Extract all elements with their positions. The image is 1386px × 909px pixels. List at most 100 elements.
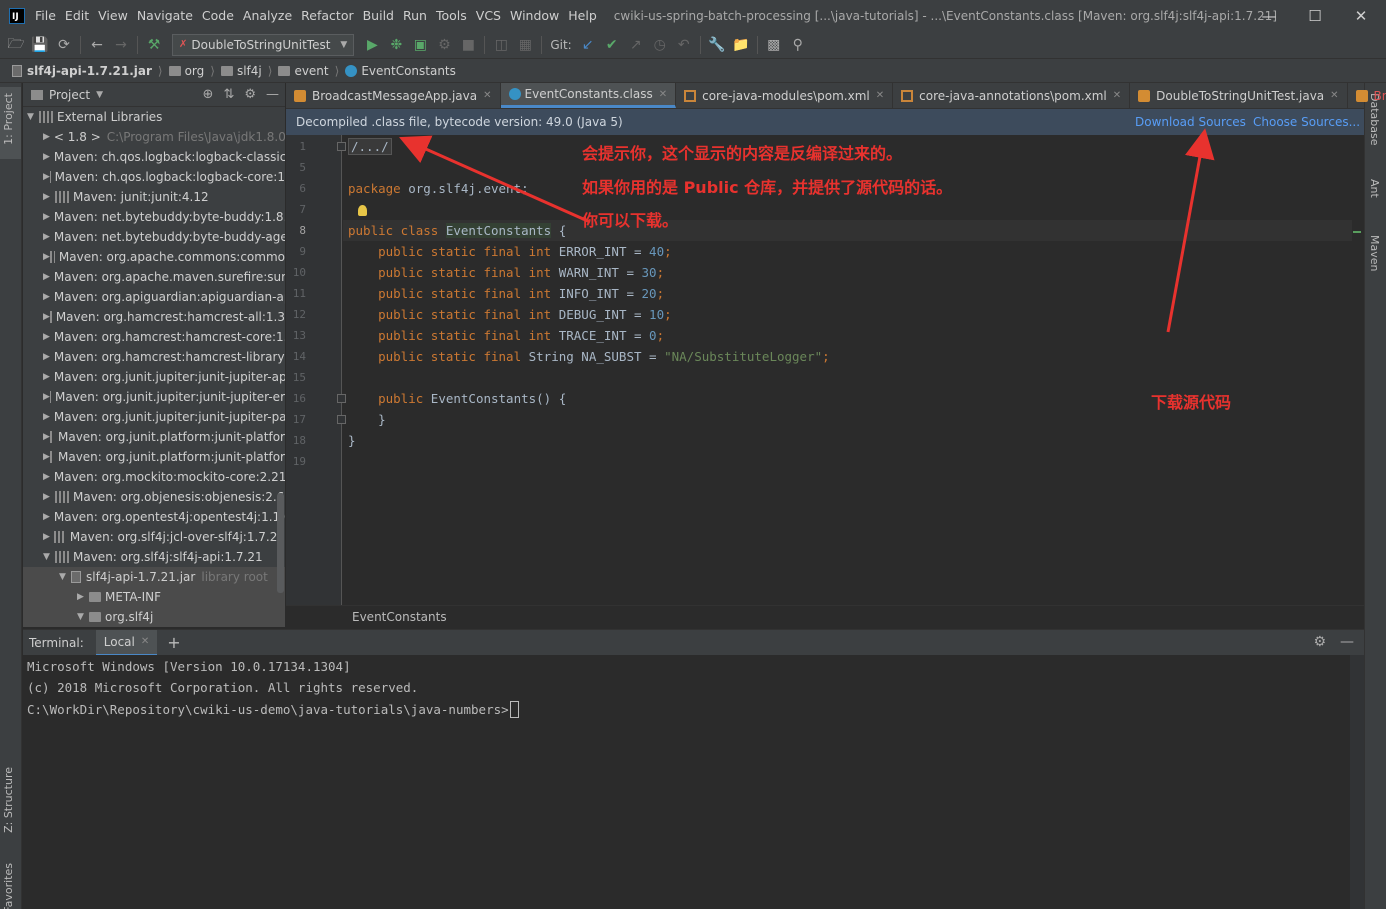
tree-item[interactable]: ▶ Maven: org.junit.platform:junit-platfor [23,447,285,467]
expand-arrow-right-icon[interactable]: ▶ [43,312,50,322]
git-push-icon[interactable]: ↗ [624,34,648,56]
expand-arrow-right-icon[interactable]: ▶ [43,372,50,382]
expand-arrow-right-icon[interactable]: ▶ [43,472,50,482]
tree-item[interactable]: ▶ Maven: org.hamcrest:hamcrest-all:1.3 [23,307,285,327]
git-update-icon[interactable]: ↙ [576,34,600,56]
tree-item[interactable]: ▶ Maven: ch.qos.logback:logback-core:1 [23,167,285,187]
lightbulb-icon[interactable] [358,205,367,216]
expand-arrow-right-icon[interactable]: ▶ [43,452,50,462]
expand-arrow-right-icon[interactable]: ▶ [43,132,50,142]
tree-item[interactable]: ▶ Maven: org.objenesis:objenesis:2.6 [23,487,285,507]
crumb-jar[interactable]: slf4j-api-1.7.21.jar ⟩ [12,64,169,78]
tree-item[interactable]: ▶ Maven: org.hamcrest:hamcrest-core:1. [23,327,285,347]
menu-edit[interactable]: Edit [65,8,89,23]
expand-arrow-right-icon[interactable]: ▶ [43,392,50,402]
crumb-org[interactable]: org ⟩ [168,64,221,78]
menu-run[interactable]: Run [403,8,427,23]
expand-arrow-right-icon[interactable]: ▶ [43,432,50,442]
tree-item[interactable]: ▶ Maven: org.junit.jupiter:junit-jupiter-… [23,387,285,407]
collapse-all-icon[interactable]: ⇅ [223,87,234,102]
open-folder-icon[interactable]: 🗁 [4,34,28,56]
close-icon[interactable]: ✕ [1330,90,1338,101]
expand-arrow-down-icon[interactable]: ▼ [59,572,71,582]
terminal-scrollbar[interactable] [1350,655,1364,909]
debug-bug-icon[interactable]: ❉ [384,34,408,56]
download-sources-link[interactable]: Download Sources [1135,115,1246,129]
tree-item[interactable]: ▶ Maven: org.junit.jupiter:junit-jupiter-… [23,407,285,427]
expand-arrow-right-icon[interactable]: ▶ [43,332,50,342]
fold-toggle-icon[interactable] [337,394,346,403]
forward-arrow-icon[interactable]: → [109,34,133,56]
expand-arrow-right-icon[interactable]: ▶ [43,292,50,302]
expand-arrow-right-icon[interactable]: ▶ [43,272,50,282]
maven-tool-tab[interactable]: Maven [1368,235,1381,271]
tree-item[interactable]: ▼ Maven: org.slf4j:slf4j-api:1.7.21 [23,547,285,567]
expand-arrow-right-icon[interactable]: ▶ [43,212,50,222]
git-revert-icon[interactable]: ↶ [672,34,696,56]
tree-item[interactable]: ▶ Maven: org.junit.jupiter:junit-jupiter-… [23,367,285,387]
terminal-tab-local[interactable]: Local ✕ [95,629,158,656]
error-stripe[interactable] [1352,135,1364,605]
close-icon[interactable]: ✕ [483,90,491,101]
settings-wrench-icon[interactable]: 🔧 [705,34,729,56]
tab-broadcast-message-app[interactable]: BroadcastMessageApp.java ✕ [286,83,501,108]
menu-build[interactable]: Build [363,8,394,23]
close-window-button[interactable]: ✕ [1338,0,1384,31]
tab-core-java-modules-pom[interactable]: core-java-modules\pom.xml ✕ [676,83,894,108]
tree-item[interactable]: ▼ slf4j-api-1.7.21.jar library root [23,567,285,587]
expand-arrow-right-icon[interactable]: ▶ [43,172,50,182]
tab-double-to-string-unit-test[interactable]: DoubleToStringUnitTest.java ✕ [1130,83,1348,108]
menu-refactor[interactable]: Refactor [301,8,353,23]
new-terminal-plus-icon[interactable]: + [167,633,180,652]
close-icon[interactable]: ✕ [659,89,667,100]
chevron-down-icon[interactable]: ▼ [96,90,103,100]
locate-target-icon[interactable]: ⊕ [203,87,214,102]
panel-scrollbar[interactable] [277,493,284,593]
fold-toggle-icon[interactable] [337,415,346,424]
git-history-icon[interactable]: ◷ [648,34,672,56]
menu-tools[interactable]: Tools [436,8,467,23]
folded-region[interactable]: /.../ [348,138,392,155]
terminal-console[interactable]: Microsoft Windows [Version 10.0.17134.13… [23,655,1364,909]
save-all-icon[interactable]: 💾 [28,34,52,56]
tree-item[interactable]: ▶ Maven: junit:junit:4.12 [23,187,285,207]
menu-help[interactable]: Help [568,8,597,23]
tree-item[interactable]: ▼ org.slf4j [23,607,285,627]
crumb-event[interactable]: event ⟩ [278,64,345,78]
tree-item[interactable]: ▶ Maven: org.opentest4j:opentest4j:1.1.0 [23,507,285,527]
tab-core-java-annotations-pom[interactable]: core-java-annotations\pom.xml ✕ [893,83,1131,108]
hide-panel-icon[interactable]: — [1340,634,1354,650]
menu-file[interactable]: File [35,8,56,23]
tree-item[interactable]: ▶ META-INF [23,587,285,607]
expand-arrow-right-icon[interactable]: ▶ [43,232,50,242]
tree-item[interactable]: ▶ Maven: org.slf4j:jcl-over-slf4j:1.7.21 [23,527,285,547]
menu-code[interactable]: Code [202,8,234,23]
menu-vcs[interactable]: VCS [476,8,501,23]
terminal-window-icon[interactable]: ▩ [762,34,786,56]
expand-arrow-down-icon[interactable]: ▼ [43,552,55,562]
attach-icon[interactable]: ◫ [489,34,513,56]
expand-arrow-right-icon[interactable]: ▶ [43,532,54,542]
tree-item[interactable]: ▶ Maven: org.hamcrest:hamcrest-library: [23,347,285,367]
project-structure-icon[interactable]: 📁 [729,34,753,56]
tree-item[interactable]: ▶ Maven: net.bytebuddy:byte-buddy-age [23,227,285,247]
tree-item[interactable]: ▶ Maven: org.apache.maven.surefire:sure [23,267,285,287]
back-arrow-icon[interactable]: ← [85,34,109,56]
menu-analyze[interactable]: Analyze [243,8,292,23]
expand-arrow-right-icon[interactable]: ▶ [43,252,50,262]
favorites-tool-tab[interactable]: Favorites [2,863,15,909]
tree-item[interactable]: ▶ Maven: org.apache.commons:commo [23,247,285,267]
menu-navigate[interactable]: Navigate [137,8,193,23]
tree-item[interactable]: ▶ Maven: org.mockito:mockito-core:2.21 [23,467,285,487]
stop-icon[interactable]: ■ [456,34,480,56]
ant-tool-tab[interactable]: Ant [1368,179,1381,198]
close-icon[interactable]: ✕ [1113,90,1121,101]
crumb-class[interactable]: EventConstants [345,64,456,78]
code-editor[interactable]: 1 5 6 7 8 9 10 11 12 13 14 15 16 17 18 1… [286,135,1364,605]
close-icon[interactable]: ✕ [141,636,149,647]
hide-panel-icon[interactable]: — [266,87,279,102]
tree-item[interactable]: ▶ < 1.8 > C:\Program Files\Java\jdk1.8.0_ [23,127,285,147]
git-commit-check-icon[interactable]: ✔ [600,34,624,56]
tree-item[interactable]: ▶ Maven: net.bytebuddy:byte-buddy:1.8. [23,207,285,227]
choose-sources-link[interactable]: Choose Sources... [1253,115,1360,129]
